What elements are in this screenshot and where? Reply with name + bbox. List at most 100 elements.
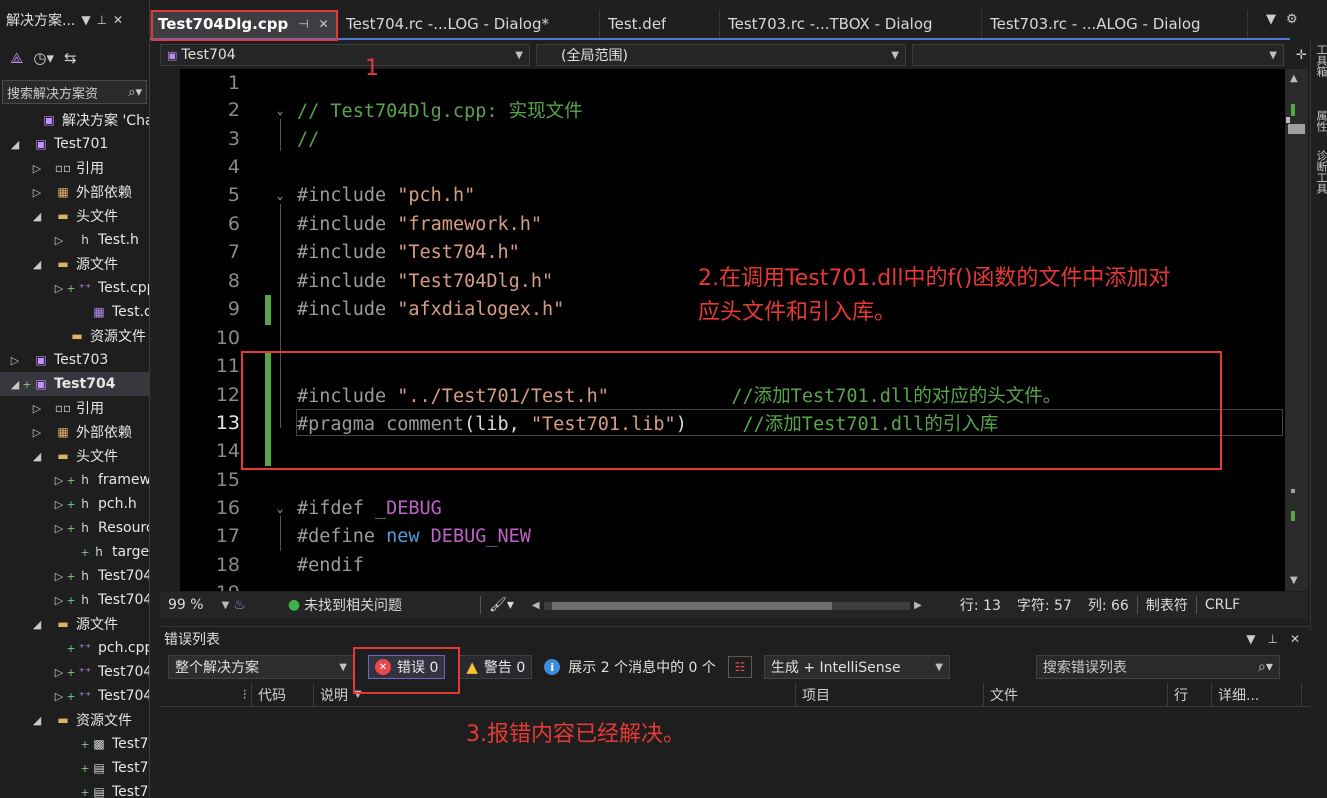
code-editor[interactable]: 1 2 ⌄// Test704Dlg.cpp: 实现文件 3//4 5 ⌄ #include… xyxy=(160,69,1308,591)
tree-item[interactable]: +▩ Test704.ico xyxy=(0,732,149,756)
code-line[interactable]: 16 ⌄ #ifdef _DEBUG xyxy=(160,494,1288,522)
collapsed-arrow-icon[interactable]: ▷ xyxy=(52,594,66,607)
tree-item[interactable]: + h targetver.h xyxy=(0,540,149,564)
scrollbar-thumb[interactable] xyxy=(551,602,832,610)
dropdown-icon[interactable]: ▼ xyxy=(1246,632,1255,646)
build-filter-dropdown[interactable]: 生成 + IntelliSense ▼ xyxy=(763,655,950,679)
code-line[interactable]: 5 ⌄ #include "pch.h" xyxy=(160,181,1288,209)
tree-item[interactable]: ▦ Test.def xyxy=(0,300,149,324)
tree-item[interactable]: ▷ ▫▫ 引用 xyxy=(0,396,149,420)
column-project[interactable]: 项目 xyxy=(796,682,984,707)
tree-item[interactable]: ▷+⁺⁺ Test.cpp xyxy=(0,276,149,300)
tab-document[interactable]: Test.def xyxy=(600,10,720,38)
expanded-arrow-icon[interactable]: ◢ xyxy=(30,618,44,631)
warnings-filter-button[interactable]: ▲ 警告 0 xyxy=(459,655,533,679)
fold-toggle-icon[interactable]: ⌄ xyxy=(270,104,290,117)
expanded-arrow-icon[interactable]: ◢ xyxy=(8,138,22,151)
tree-item[interactable]: ▣ 解决方案 'Chap xyxy=(0,108,149,132)
tab-document[interactable]: Test703.rc - ...ALOG - Dialog xyxy=(982,10,1248,38)
collapsed-arrow-icon[interactable]: ▷ xyxy=(8,354,22,367)
solution-search-input[interactable]: 搜索解决方案资 ⌕▾ xyxy=(2,80,147,104)
code-line[interactable]: 19 xyxy=(160,579,1288,591)
zoom-dropdown[interactable]: 99 % ▼ ♨ xyxy=(160,597,254,613)
collapsed-arrow-icon[interactable]: ▷ xyxy=(52,234,66,247)
code-line[interactable]: 3 // xyxy=(160,125,1288,153)
tree-item[interactable]: ▷+ h framework.h xyxy=(0,468,149,492)
collapsed-arrow-icon[interactable]: ▷ xyxy=(30,162,44,175)
tree-item[interactable]: ▷+⁺⁺ Test704Dlg.cpp xyxy=(0,684,149,708)
messages-filter-button[interactable]: i 展示 2 个消息中的 0 个 xyxy=(538,657,722,677)
tab-list-dropdown-icon[interactable]: ▼ xyxy=(1266,12,1276,27)
toolbox-tab[interactable]: 工具箱 xyxy=(1313,44,1327,77)
line-ending-indicator[interactable]: CRLF xyxy=(1197,597,1248,613)
project-dropdown[interactable]: ▣ Test704 ▼ xyxy=(160,44,530,66)
clear-filter-icon[interactable]: ☷ xyxy=(727,656,752,678)
properties-tab[interactable]: 属性 xyxy=(1313,110,1327,132)
copilot-icon[interactable]: ♨ xyxy=(233,597,246,613)
collapsed-arrow-icon[interactable]: ▷ xyxy=(52,282,66,295)
vs-switch-views-icon[interactable]: ⟁ xyxy=(10,49,23,67)
scroll-right-icon[interactable]: ▶ xyxy=(914,600,922,611)
tree-item[interactable]: ◢ ▣ Test701 xyxy=(0,132,149,156)
code-line[interactable]: 6 #include "framework.h" xyxy=(160,210,1288,238)
collapsed-arrow-icon[interactable]: ▷ xyxy=(52,474,66,487)
code-line[interactable]: 2 ⌄ // Test704Dlg.cpp: 实现文件 xyxy=(160,96,1288,124)
expanded-arrow-icon[interactable]: ◢ xyxy=(30,210,44,223)
tree-item[interactable]: ▷ h Test.h xyxy=(0,228,149,252)
code-line[interactable]: 15 xyxy=(160,466,1288,494)
tree-item[interactable]: ▷ + h pch.h xyxy=(0,492,149,516)
expanded-arrow-icon[interactable]: ◢ xyxy=(30,258,44,271)
code-line[interactable]: 4 xyxy=(160,153,1288,181)
pin-icon[interactable]: ⊥ xyxy=(97,13,107,27)
tree-item[interactable]: ◢ ▬ 资源文件 xyxy=(0,708,149,732)
collapsed-arrow-icon[interactable]: ▷ xyxy=(30,426,44,439)
close-icon[interactable]: ✕ xyxy=(113,13,123,27)
sync-icon[interactable]: ⇆ xyxy=(64,49,77,67)
member-dropdown[interactable]: ▼ xyxy=(912,44,1284,66)
code-cleanup-button[interactable]: 🖌▾ xyxy=(481,597,522,613)
scroll-down-icon[interactable]: ▼ xyxy=(1290,575,1298,586)
column-details[interactable]: 详细... xyxy=(1212,682,1302,707)
tree-item[interactable]: ▷ ▦ 外部依赖 xyxy=(0,420,149,444)
tree-item[interactable]: + ⁺⁺ pch.cpp xyxy=(0,636,149,660)
tree-item[interactable]: ▷+ h Test704.h xyxy=(0,564,149,588)
history-icon[interactable]: ◷▾ xyxy=(33,49,54,67)
code-line[interactable]: 18 #endif xyxy=(160,551,1288,579)
column-line[interactable]: 行 xyxy=(1168,682,1212,707)
tab-document[interactable]: Test704.rc -...LOG - Dialog* xyxy=(338,10,600,38)
scroll-left-icon[interactable]: ◀ xyxy=(532,600,540,611)
tab-document[interactable]: Test703.rc -...TBOX - Dialog xyxy=(720,10,982,38)
column-code[interactable]: 代码 xyxy=(252,682,314,707)
search-icon[interactable]: ⌕▾ xyxy=(128,85,142,100)
collapsed-arrow-icon[interactable]: ▷ xyxy=(30,402,44,415)
indent-mode-indicator[interactable]: 制表符 xyxy=(1138,595,1196,615)
diagnostic-tools-tab[interactable]: 诊断工具 xyxy=(1313,150,1327,194)
collapsed-arrow-icon[interactable]: ▷ xyxy=(52,570,66,583)
code-line[interactable]: 1 xyxy=(160,69,1288,97)
tree-item[interactable]: ▷ ▣ Test703 xyxy=(0,348,149,372)
issues-indicator[interactable]: ● 未找到相关问题 xyxy=(280,595,410,615)
expanded-arrow-icon[interactable]: ◢ xyxy=(30,714,44,727)
split-editor-icon[interactable]: ✛ xyxy=(1296,48,1307,63)
expanded-arrow-icon[interactable]: ◢ xyxy=(30,450,44,463)
tree-item[interactable]: ▷+ h Test704Dlg.h xyxy=(0,588,149,612)
char-indicator[interactable]: 字符: 57 xyxy=(1009,595,1080,615)
fold-toggle-icon[interactable]: ⌄ xyxy=(270,189,290,202)
sort-indicator-column[interactable]: ⁝ xyxy=(160,682,252,707)
scrollbar-thumb[interactable] xyxy=(1288,124,1305,134)
tree-item[interactable]: ▬ 资源文件 xyxy=(0,324,149,348)
scope-filter-dropdown[interactable]: 整个解决方案 ▼ xyxy=(168,655,354,679)
tree-item[interactable]: +▤ Test704.rc xyxy=(0,756,149,780)
tree-item[interactable]: ◢ ▬ 头文件 xyxy=(0,204,149,228)
settings-gear-icon[interactable]: ⚙ xyxy=(1286,12,1298,27)
collapsed-arrow-icon[interactable]: ▷ xyxy=(30,186,44,199)
tree-item[interactable]: +▤ Test704.rc2 xyxy=(0,780,149,798)
collapsed-arrow-icon[interactable]: ▷ xyxy=(52,690,66,703)
scroll-up-icon[interactable]: ▲ xyxy=(1290,73,1298,84)
tree-item[interactable]: ◢ ▬ 源文件 xyxy=(0,252,149,276)
dropdown-icon[interactable]: ▼ xyxy=(81,13,90,27)
tree-item[interactable]: ▷ ▦ 外部依赖 xyxy=(0,180,149,204)
column-file[interactable]: 文件 xyxy=(984,682,1168,707)
tree-item[interactable]: ▷ ▫▫ 引用 xyxy=(0,156,149,180)
tree-item[interactable]: ▷+⁺⁺ Test704.cpp xyxy=(0,660,149,684)
